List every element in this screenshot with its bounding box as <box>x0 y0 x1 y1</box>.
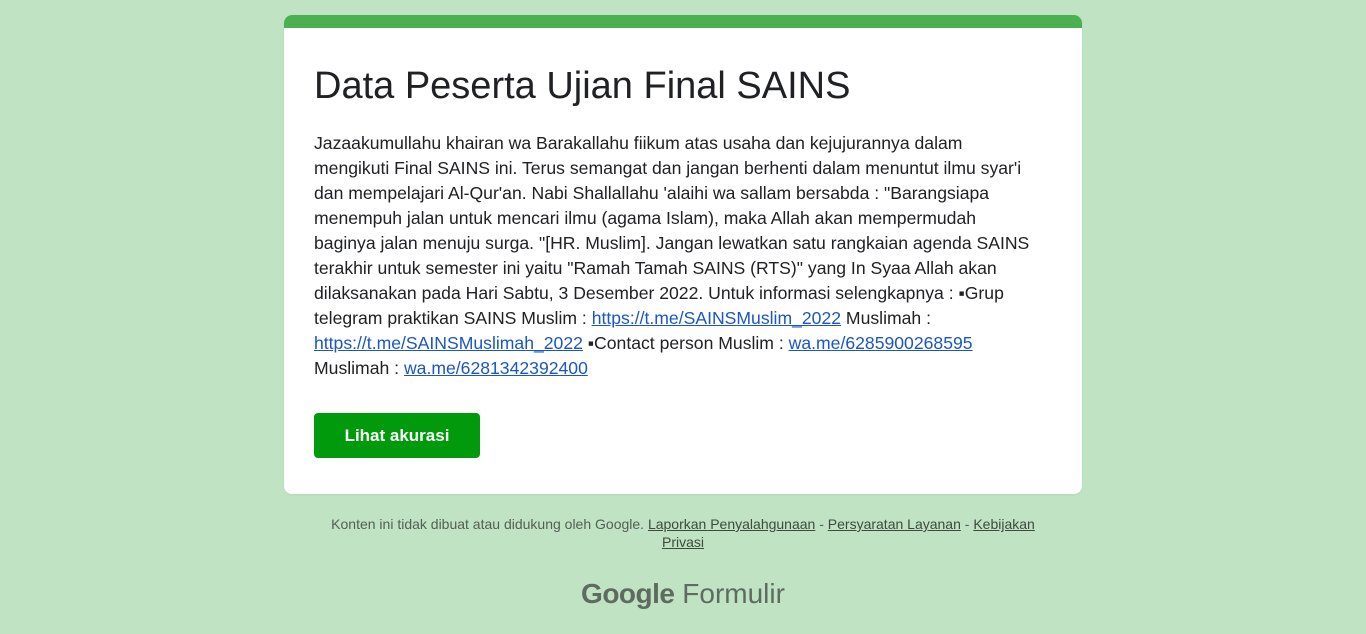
description-line: dan mempelajari Al-Qur'an. Nabi Shallall… <box>314 183 990 203</box>
whatsapp-muslimah-link[interactable]: wa.me/6281342392400 <box>404 358 588 378</box>
report-abuse-link[interactable]: Laporkan Penyalahgunaan <box>648 516 815 532</box>
form-card: Data Peserta Ujian Final SAINS Jazaakumu… <box>284 15 1082 494</box>
footer-line: Privasi <box>284 533 1082 551</box>
form-title: Data Peserta Ujian Final SAINS <box>314 65 851 107</box>
description-line: menempuh jalan untuk mencari ilmu (agama… <box>314 208 977 228</box>
theme-accent-bar <box>284 15 1082 28</box>
terms-of-service-link[interactable]: Persyaratan Layanan <box>828 516 961 532</box>
description-line: dilaksanakan pada Hari Sabtu, 3 Desember… <box>314 283 1004 303</box>
description-line: Jazaakumullahu khairan wa Barakallahu fi… <box>314 133 963 153</box>
telegram-muslim-link[interactable]: https://t.me/SAINSMuslim_2022 <box>592 308 841 328</box>
forms-wordmark: Formulir <box>674 578 785 609</box>
google-forms-logo[interactable]: Google Formulir <box>0 576 1366 612</box>
description-text: telegram praktikan SAINS Muslim : <box>314 308 592 328</box>
view-accuracy-button[interactable]: Lihat akurasi <box>314 413 480 458</box>
description-text: Muslimah : <box>314 358 404 378</box>
description-line: telegram praktikan SAINS Muslim : https:… <box>314 306 1054 331</box>
description-line: baginya jalan menuju surga. "[HR. Muslim… <box>314 233 1030 253</box>
footer-disclaimer: Konten ini tidak dibuat atau didukung ol… <box>284 515 1082 551</box>
form-description: Jazaakumullahu khairan wa Barakallahu fi… <box>314 131 1054 381</box>
privacy-policy-link[interactable]: Kebijakan <box>973 516 1035 532</box>
description-line: mengikuti Final SAINS ini. Terus semanga… <box>314 158 1022 178</box>
google-wordmark: Google <box>581 578 675 609</box>
description-text: ▪Contact person Muslim : <box>582 333 789 353</box>
footer-separator: - <box>815 516 828 532</box>
privacy-policy-link[interactable]: Privasi <box>662 534 704 550</box>
disclaimer-text: Konten ini tidak dibuat atau didukung ol… <box>331 516 648 532</box>
footer-line: Konten ini tidak dibuat atau didukung ol… <box>284 515 1082 533</box>
description-line: terakhir untuk semester ini yaitu "Ramah… <box>314 258 997 278</box>
description-line: https://t.me/SAINSMuslimah_2022 ▪Contact… <box>314 331 1054 356</box>
telegram-muslimah-link[interactable]: https://t.me/SAINSMuslimah_2022 <box>314 333 583 353</box>
description-text: Muslimah : <box>841 308 931 328</box>
whatsapp-muslim-link[interactable]: wa.me/6285900268595 <box>789 333 973 353</box>
description-line: Muslimah : wa.me/6281342392400 <box>314 356 1054 381</box>
footer-separator: - <box>960 516 974 532</box>
